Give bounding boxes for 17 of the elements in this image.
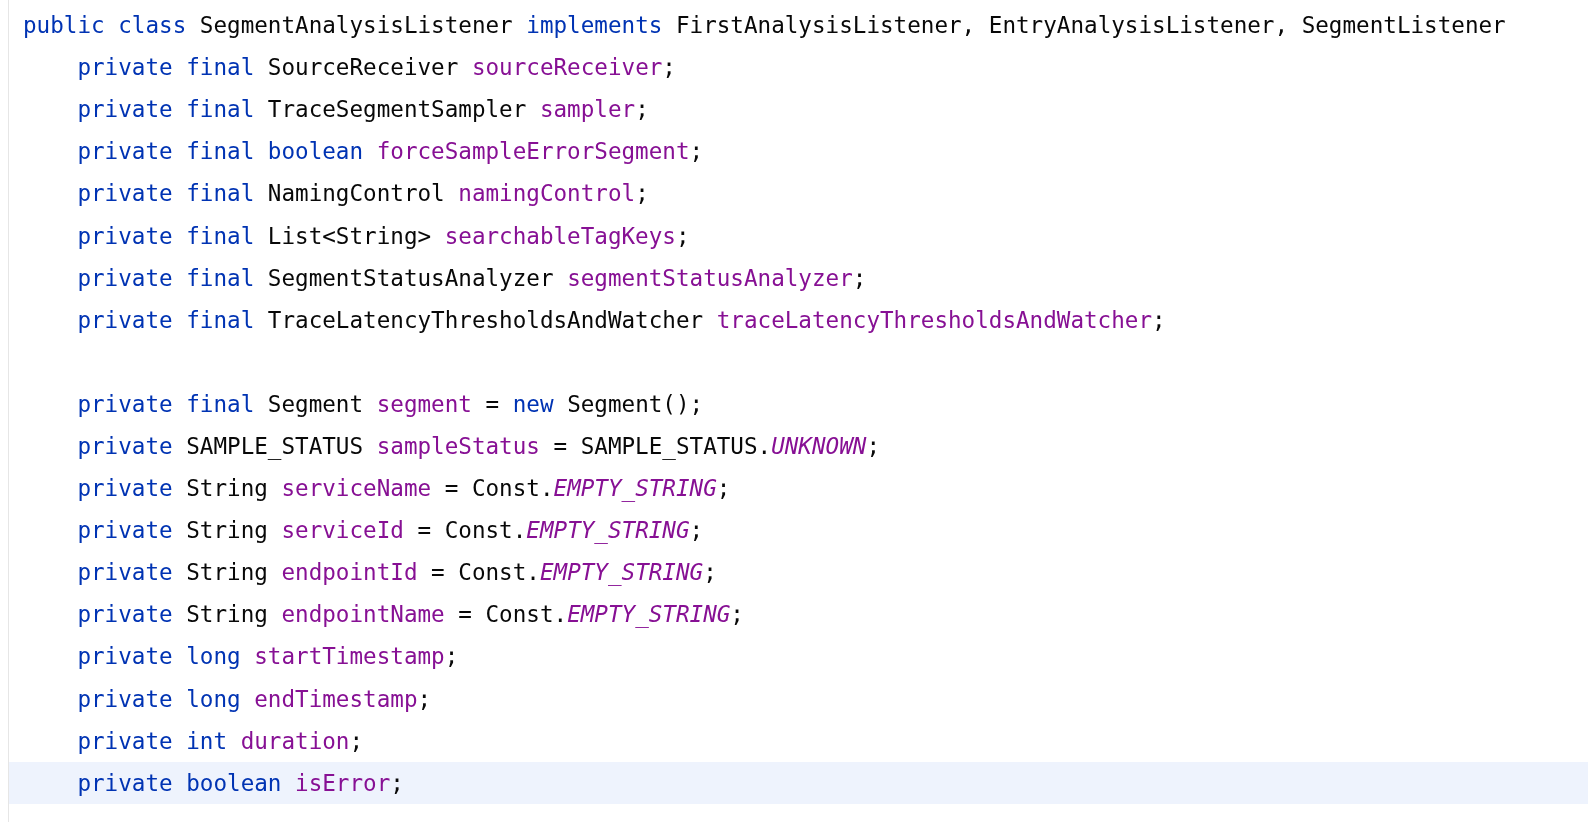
code-line: private final NamingControl namingControl;: [76, 179, 650, 209]
code-line: private int duration;: [76, 726, 365, 756]
code-line: private final List<String> searchableTagKeys;: [76, 221, 691, 251]
code-line: private long startTimestamp;: [76, 642, 460, 672]
code-line: private final TraceSegmentSampler sampler;: [76, 95, 650, 125]
code-line: private final SegmentStatusAnalyzer segmentStatusAnalyzer;: [76, 263, 868, 293]
code-line: private final SourceReceiver sourceReceiver;: [76, 53, 677, 83]
code-line: private String endpointName = Const.EMPTY_STRING;: [76, 600, 745, 630]
code-line: private SAMPLE_STATUS sampleStatus = SAMPLE_STATUS.UNKNOWN;: [76, 432, 881, 462]
code-line: public class SegmentAnalysisListener implements FirstAnalysisListener, EntryAnalysisListener, SegmentListener: [22, 11, 1507, 41]
code-line: private long endTimestamp;: [76, 684, 433, 714]
code-line: private String endpointId = Const.EMPTY_STRING;: [76, 558, 718, 588]
code-line: private final TraceLatencyThresholdsAndWatcher traceLatencyThresholdsAndWatcher;: [76, 305, 1167, 335]
code-line: private String serviceId = Const.EMPTY_STRING;: [76, 516, 705, 546]
code-line: private final Segment segment = new Segment();: [76, 389, 705, 419]
code-line: private final boolean forceSampleErrorSegment;: [76, 137, 705, 167]
code-line: private String serviceName = Const.EMPTY_STRING;: [76, 474, 732, 504]
